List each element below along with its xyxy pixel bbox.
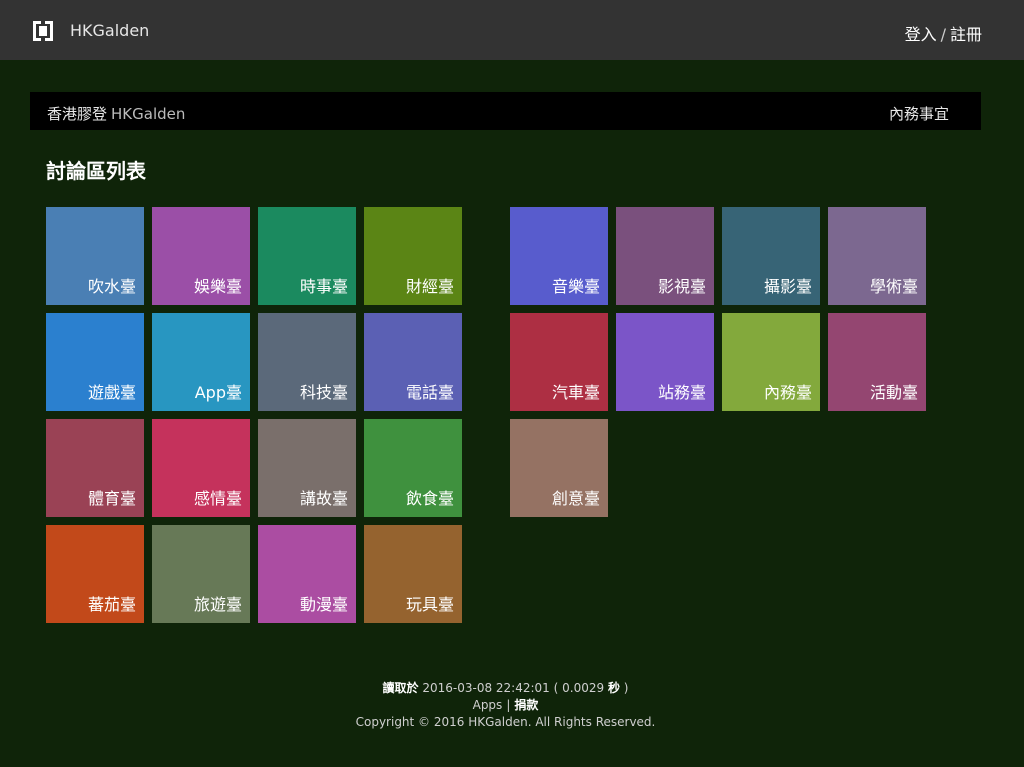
board-tile-label: 飲食臺 — [405, 489, 454, 508]
board-tile[interactable]: 遊戲臺 — [46, 313, 144, 411]
board-tile[interactable]: 站務臺 — [616, 313, 714, 411]
board-tile-label: 音樂臺 — [551, 277, 600, 296]
board-tile-label: 站務臺 — [657, 383, 706, 402]
board-tile-label: 汽車臺 — [551, 383, 600, 402]
board-tile-label: 科技臺 — [299, 383, 348, 402]
board-tile-label: 創意臺 — [551, 489, 600, 508]
internal-affairs-link[interactable]: 內務事宜 — [889, 103, 949, 124]
board-tile-label: 蕃茄臺 — [87, 595, 136, 614]
board-tile-label: 娛樂臺 — [193, 277, 242, 296]
board-grid-left: 吹水臺 娛樂臺 時事臺 財經臺遊戲臺 App臺 科技臺 電話臺體育臺 感情臺 講故臺 飲食臺蕃茄臺… — [46, 207, 462, 623]
board-grid-right: 音樂臺 影視臺 攝影臺 學術臺汽車臺 站務臺 內務臺 活動臺創意臺 — [510, 207, 926, 517]
board-tile[interactable]: 旅遊臺 — [152, 525, 250, 623]
board-tile-label: 動漫臺 — [299, 595, 348, 614]
board-tile-label: 學術臺 — [869, 277, 918, 296]
board-tile-label: 旅遊臺 — [193, 595, 242, 614]
breadcrumb-home-zh: 香港膠登 — [47, 105, 108, 123]
board-tile[interactable]: 體育臺 — [46, 419, 144, 517]
footer-read-time: 讀取於 2016-03-08 22:42:01 ( 0.0029 秒 ) — [0, 680, 1011, 697]
copyright-text: Copyright © 2016 HKGalden. All Rights Re… — [355, 715, 656, 729]
board-tile-label: 玩具臺 — [405, 595, 454, 614]
board-tile[interactable]: 汽車臺 — [510, 313, 608, 411]
board-tile[interactable]: 創意臺 — [510, 419, 608, 517]
board-tile[interactable]: 音樂臺 — [510, 207, 608, 305]
board-tile-label: 講故臺 — [299, 489, 348, 508]
board-tile-label: 攝影臺 — [763, 277, 812, 296]
site-name-link[interactable]: HKGalden — [70, 21, 149, 40]
footer-links: Apps | 捐款 — [0, 697, 1011, 714]
board-tile[interactable]: 電話臺 — [364, 313, 462, 411]
board-tile[interactable]: App臺 — [152, 313, 250, 411]
board-tile[interactable]: 講故臺 — [258, 419, 356, 517]
board-tile-label: 吹水臺 — [87, 277, 136, 296]
read-time-label: 讀取於 — [382, 681, 419, 695]
donate-link[interactable]: 捐款 — [514, 698, 538, 712]
board-tile-label: 活動臺 — [869, 383, 918, 402]
board-tile-label: 體育臺 — [87, 489, 136, 508]
board-tile[interactable]: 吹水臺 — [46, 207, 144, 305]
board-tile-label: 遊戲臺 — [87, 383, 136, 402]
board-tile[interactable]: 時事臺 — [258, 207, 356, 305]
login-link[interactable]: 登入 — [905, 25, 937, 44]
board-tile-label: App臺 — [194, 383, 242, 402]
auth-separator: / — [940, 25, 946, 44]
hkgalden-logo-icon[interactable] — [30, 19, 56, 43]
board-tile[interactable]: 蕃茄臺 — [46, 525, 144, 623]
board-tile-label: 內務臺 — [763, 383, 812, 402]
board-tile[interactable]: 科技臺 — [258, 313, 356, 411]
board-tile-label: 時事臺 — [299, 277, 348, 296]
board-tile[interactable]: 學術臺 — [828, 207, 926, 305]
read-time-close: ) — [623, 681, 629, 695]
board-tile[interactable]: 活動臺 — [828, 313, 926, 411]
read-time-duration: ( 0.0029 — [553, 681, 605, 695]
board-tile[interactable]: 財經臺 — [364, 207, 462, 305]
breadcrumb-home-en: HKGalden — [111, 105, 186, 123]
auth-links: 登入 / 註冊 — [905, 21, 982, 45]
read-time-unit: 秒 — [607, 681, 620, 695]
board-tile[interactable]: 感情臺 — [152, 419, 250, 517]
read-time-timestamp: 2016-03-08 22:42:01 — [422, 681, 550, 695]
board-tile-label: 影視臺 — [657, 277, 706, 296]
board-tile-label: 財經臺 — [405, 277, 454, 296]
board-tile[interactable]: 玩具臺 — [364, 525, 462, 623]
board-tile[interactable]: 娛樂臺 — [152, 207, 250, 305]
board-tile-label: 感情臺 — [193, 489, 242, 508]
board-tile[interactable]: 動漫臺 — [258, 525, 356, 623]
footer-divider: | — [506, 698, 511, 712]
register-link[interactable]: 註冊 — [950, 25, 982, 44]
top-navbar: HKGalden 登入 / 註冊 — [0, 0, 1024, 60]
footer: 讀取於 2016-03-08 22:42:01 ( 0.0029 秒 ) App… — [0, 680, 1011, 731]
board-tile-label: 電話臺 — [405, 383, 454, 402]
board-tile[interactable]: 飲食臺 — [364, 419, 462, 517]
breadcrumb-home[interactable]: 香港膠登 HKGalden — [47, 103, 185, 124]
breadcrumb: 香港膠登 HKGalden 內務事宜 — [30, 92, 981, 130]
board-tile[interactable]: 內務臺 — [722, 313, 820, 411]
page-title: 討論區列表 — [46, 159, 146, 183]
board-tile[interactable]: 影視臺 — [616, 207, 714, 305]
board-tile[interactable]: 攝影臺 — [722, 207, 820, 305]
apps-link[interactable]: Apps — [473, 698, 503, 712]
